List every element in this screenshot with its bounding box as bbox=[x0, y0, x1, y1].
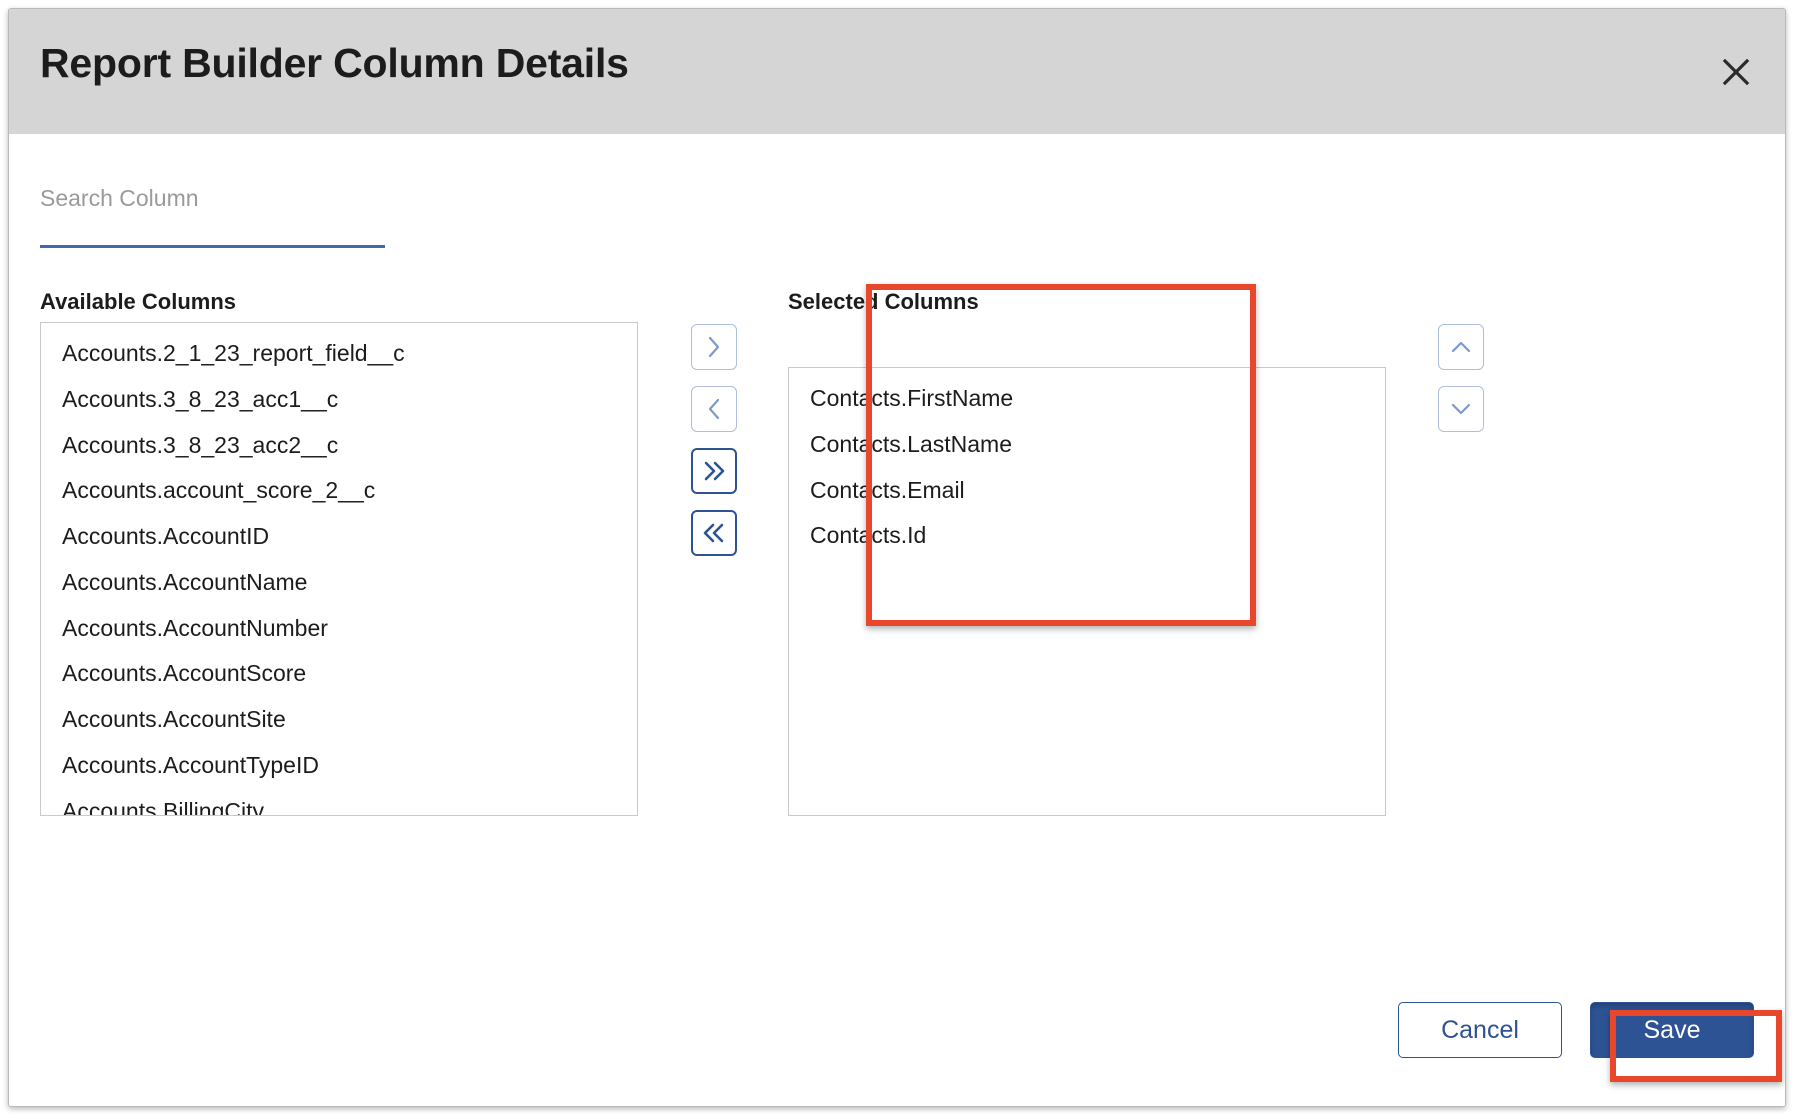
cancel-button[interactable]: Cancel bbox=[1398, 1002, 1562, 1058]
close-icon-glyph bbox=[1722, 58, 1750, 86]
move-right-button[interactable] bbox=[691, 324, 737, 370]
available-columns-label: Available Columns bbox=[40, 289, 237, 314]
move-up-button[interactable] bbox=[1438, 324, 1484, 370]
available-columns-panel: Accounts.2_1_23_report_field__c Accounts.… bbox=[40, 322, 638, 816]
page-title: Report Builder Column Details bbox=[40, 40, 629, 86]
search-input[interactable] bbox=[40, 154, 385, 248]
list-item[interactable]: Contacts.LastName bbox=[789, 422, 1385, 468]
list-item[interactable]: Accounts.AccountName bbox=[41, 560, 637, 606]
move-all-left-button[interactable] bbox=[691, 510, 737, 556]
chevron-double-right-icon bbox=[704, 461, 725, 481]
list-item[interactable]: Accounts.AccountTypeID bbox=[41, 743, 637, 789]
reorder-button-group bbox=[1438, 324, 1484, 448]
move-down-button[interactable] bbox=[1438, 386, 1484, 432]
dialog-footer: Cancel Save bbox=[1398, 1002, 1754, 1058]
available-columns-list[interactable]: Accounts.2_1_23_report_field__c Accounts.… bbox=[41, 323, 637, 815]
list-item[interactable]: Accounts.account_score_2__c bbox=[41, 468, 637, 514]
chevron-right-icon bbox=[708, 336, 720, 358]
selected-columns-panel: Contacts.FirstName Contacts.LastName Conta… bbox=[788, 367, 1386, 816]
close-icon[interactable] bbox=[1713, 49, 1759, 95]
save-button[interactable]: Save bbox=[1590, 1002, 1754, 1058]
chevron-down-icon bbox=[1451, 403, 1471, 415]
list-item[interactable]: Accounts.AccountScore bbox=[41, 651, 637, 697]
report-builder-column-details-dialog: Report Builder Column Details Available … bbox=[8, 8, 1786, 1107]
chevron-up-icon bbox=[1451, 341, 1471, 353]
selected-columns-label: Selected Columns bbox=[788, 289, 979, 314]
list-item[interactable]: Accounts.AccountSite bbox=[41, 697, 637, 743]
list-item[interactable]: Accounts.BillingCity bbox=[41, 789, 637, 815]
transfer-button-group bbox=[691, 324, 737, 572]
move-left-button[interactable] bbox=[691, 386, 737, 432]
chevron-double-left-icon bbox=[703, 523, 724, 543]
list-item[interactable]: Contacts.Id bbox=[789, 513, 1385, 559]
list-item[interactable]: Accounts.3_8_23_acc2__c bbox=[41, 423, 637, 469]
list-item[interactable]: Contacts.FirstName bbox=[789, 376, 1385, 422]
search-field-wrapper bbox=[40, 154, 385, 254]
selected-columns-list[interactable]: Contacts.FirstName Contacts.LastName Conta… bbox=[789, 368, 1385, 815]
list-item[interactable]: Contacts.Email bbox=[789, 468, 1385, 514]
chevron-left-icon bbox=[708, 398, 720, 420]
dialog-header: Report Builder Column Details bbox=[9, 9, 1785, 134]
list-item[interactable]: Accounts.AccountNumber bbox=[41, 606, 637, 652]
list-item[interactable]: Accounts.3_8_23_acc1__c bbox=[41, 377, 637, 423]
move-all-right-button[interactable] bbox=[691, 448, 737, 494]
list-item[interactable]: Accounts.2_1_23_report_field__c bbox=[41, 331, 637, 377]
dialog-body: Available Columns Accounts.2_1_23_report… bbox=[9, 134, 1785, 1106]
list-item[interactable]: Accounts.AccountID bbox=[41, 514, 637, 560]
